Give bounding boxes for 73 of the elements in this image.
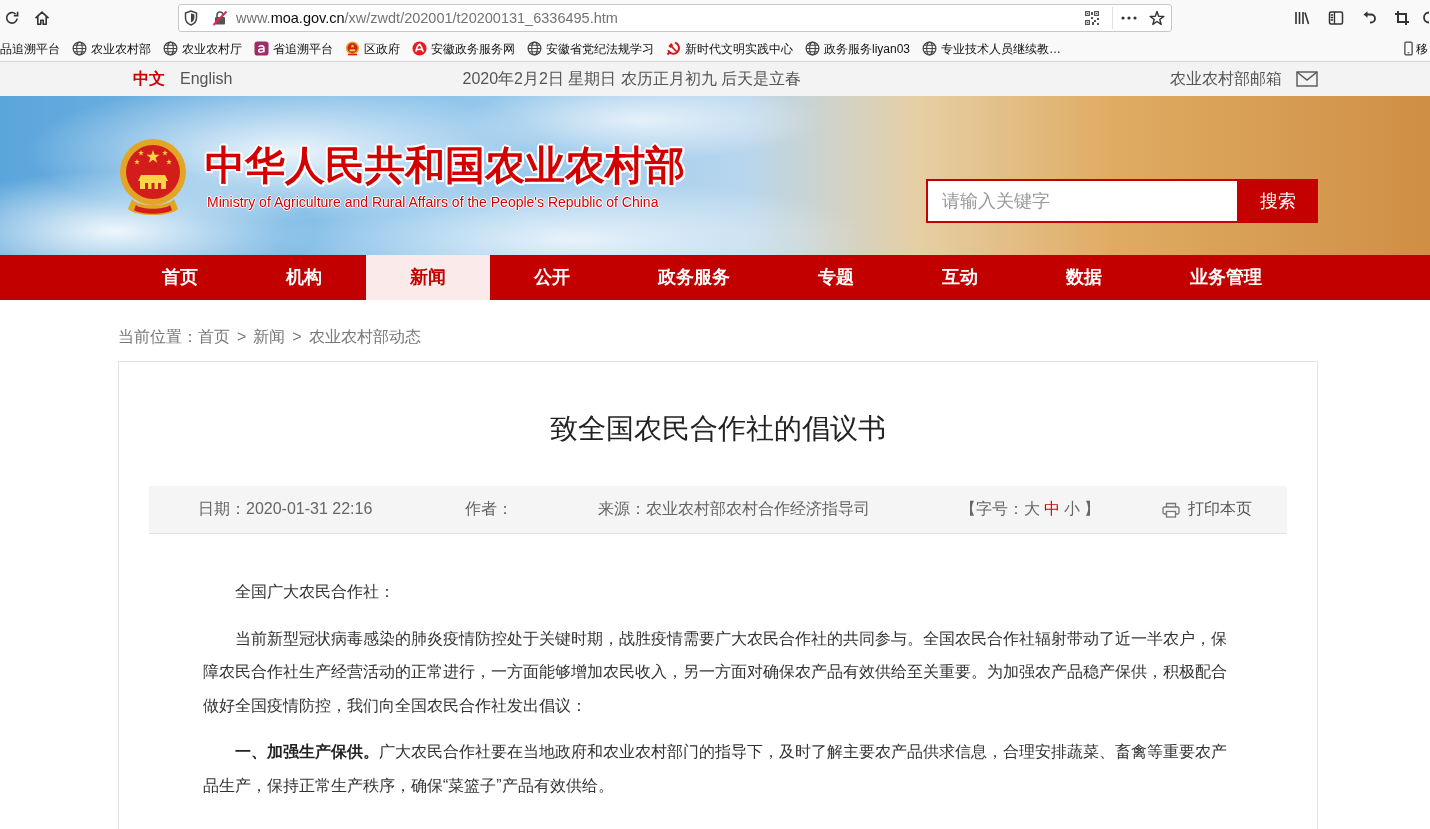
bookmark-link[interactable]: 安徽省党纪法规学习 (527, 40, 654, 57)
author-text: 作者： (465, 499, 514, 519)
bookmark-link[interactable]: 安徽政务服务网 (412, 40, 515, 57)
bookmark-link[interactable]: 农业农村厅 (163, 40, 242, 57)
nav-tab[interactable]: 机构 (242, 255, 366, 300)
phone-icon (1404, 41, 1413, 56)
breadcrumb-link[interactable]: 新闻 (253, 327, 286, 361)
bracket-text: 】 (1084, 499, 1100, 519)
nav-tab[interactable]: 互动 (898, 255, 1022, 300)
globe-icon (527, 41, 542, 56)
globe-icon (163, 41, 178, 56)
search-field[interactable]: 请输入关键字 (926, 179, 1237, 223)
more-dots-icon[interactable] (1121, 16, 1137, 20)
paragraph: 全国广大农民合作社： (234, 582, 396, 602)
search-button[interactable]: 搜索 (1237, 179, 1318, 223)
bookmark-link[interactable]: 农业农村部 (72, 40, 151, 57)
source-text: 来源：农业农村部农村合作经济指导司 (598, 499, 871, 519)
breadcrumb-separator: > (292, 327, 302, 347)
paragraph: 一、加强生产保供。广大农民合作社要在当地政府和农业农村部门的指导下，及时了解主要农产品供求信息，合理安排蔬菜、畜禽等重要农产品生产，保持正常生产秩序，确保“菜篮子”产品有效供给。 (203, 742, 1227, 796)
bookmark-star-icon[interactable] (1149, 10, 1165, 26)
breadcrumb-label: 当前位置： (118, 327, 198, 347)
nav-tab[interactable]: 新闻 (366, 255, 490, 300)
bookmark-link[interactable]: 品追溯平台 (0, 40, 60, 57)
paragraph: 当前新型冠状病毒感染的肺炎疫情防控处于关键时期，战胜疫情需要广大农民合作社的共同参与。全国农民合作社辐射带动了近一半农户，保障农民合作社生产经营活动的正常进行，一方面能够增加农民收入，另一方面对确保农产品有效供给至关重要。为加强农产品稳产保供，积极配合做好全国疫情防控，我们向全国农民合作社发出倡议： (203, 628, 1227, 716)
round-logo-icon (412, 41, 427, 56)
national-emblem-icon (118, 136, 188, 217)
nav-tab[interactable]: 政务服务 (614, 255, 774, 300)
date-text: 日期：2020-01-31 22:16 (198, 499, 374, 519)
emblem-icon (345, 41, 360, 56)
article-title: 致全国农民合作社的倡议书 (549, 412, 887, 446)
breadcrumb-link[interactable]: 首页 (198, 327, 230, 361)
bookshelf-icon[interactable] (1294, 10, 1310, 26)
printer-icon[interactable] (1162, 501, 1180, 518)
bookmark-link[interactable]: 区政府 (345, 40, 400, 57)
font-size-option[interactable]: 大 (1024, 499, 1040, 520)
bookmark-link[interactable]: 专业技术人员继续教… (922, 40, 1062, 57)
bookmark-link[interactable]: 新时代文明实践中心 (666, 40, 793, 57)
mail-link[interactable]: 农业农村部邮箱 (1170, 68, 1282, 90)
font-size-option[interactable]: 中 (1044, 499, 1060, 520)
shield-icon[interactable] (184, 10, 198, 26)
lock-slash-icon[interactable] (212, 10, 228, 26)
nav-tab[interactable]: 公开 (490, 255, 614, 300)
language-link[interactable]: 中文 (133, 68, 165, 90)
breadcrumb-separator: > (237, 327, 247, 347)
arc-icon[interactable] (1423, 10, 1429, 26)
language-link[interactable]: English (180, 70, 233, 88)
nav-tab[interactable]: 数据 (1022, 255, 1146, 300)
crop-icon[interactable] (1394, 10, 1410, 26)
home-icon[interactable] (34, 10, 50, 26)
bookmark-link[interactable]: 政务服务liyan03 (805, 40, 911, 57)
date-text: 2020年2月2日 星期日 农历正月初九 后天是立春 (462, 68, 802, 89)
sidebar-icon[interactable] (1328, 10, 1344, 26)
globe-icon (922, 41, 938, 56)
hammer-sickle-icon (666, 41, 681, 56)
font-size-label: 【字号： (960, 499, 1024, 519)
nav-tab[interactable]: 首页 (118, 255, 242, 300)
reload-icon[interactable] (4, 10, 20, 26)
envelope-icon[interactable] (1296, 71, 1318, 87)
curved-arrow-icon[interactable] (1361, 10, 1377, 26)
site-title: 中华人民共和国农业农村部 (205, 141, 685, 188)
app-tile-icon (254, 41, 269, 56)
bookmark-link[interactable]: 移 (1404, 40, 1428, 57)
site-subtitle: Ministry of Agriculture and Rural Affairs of the People's Republic of China (207, 193, 660, 210)
qr-code-icon[interactable] (1084, 10, 1100, 26)
print-link[interactable]: 打印本页 (1188, 499, 1252, 520)
globe-icon (805, 41, 820, 56)
nav-tab[interactable]: 业务管理 (1146, 255, 1306, 300)
address-bar[interactable]: www.moa.gov.cn/xw/zwdt/202001/t20200131_6336495.htm (178, 4, 1172, 32)
globe-icon (72, 41, 87, 56)
nav-tab[interactable]: 专题 (774, 255, 898, 300)
font-size-option[interactable]: 小 (1064, 499, 1080, 520)
breadcrumb-current[interactable]: 农业农村部动态 (308, 327, 421, 361)
bookmark-link[interactable]: 省追溯平台 (254, 40, 333, 57)
